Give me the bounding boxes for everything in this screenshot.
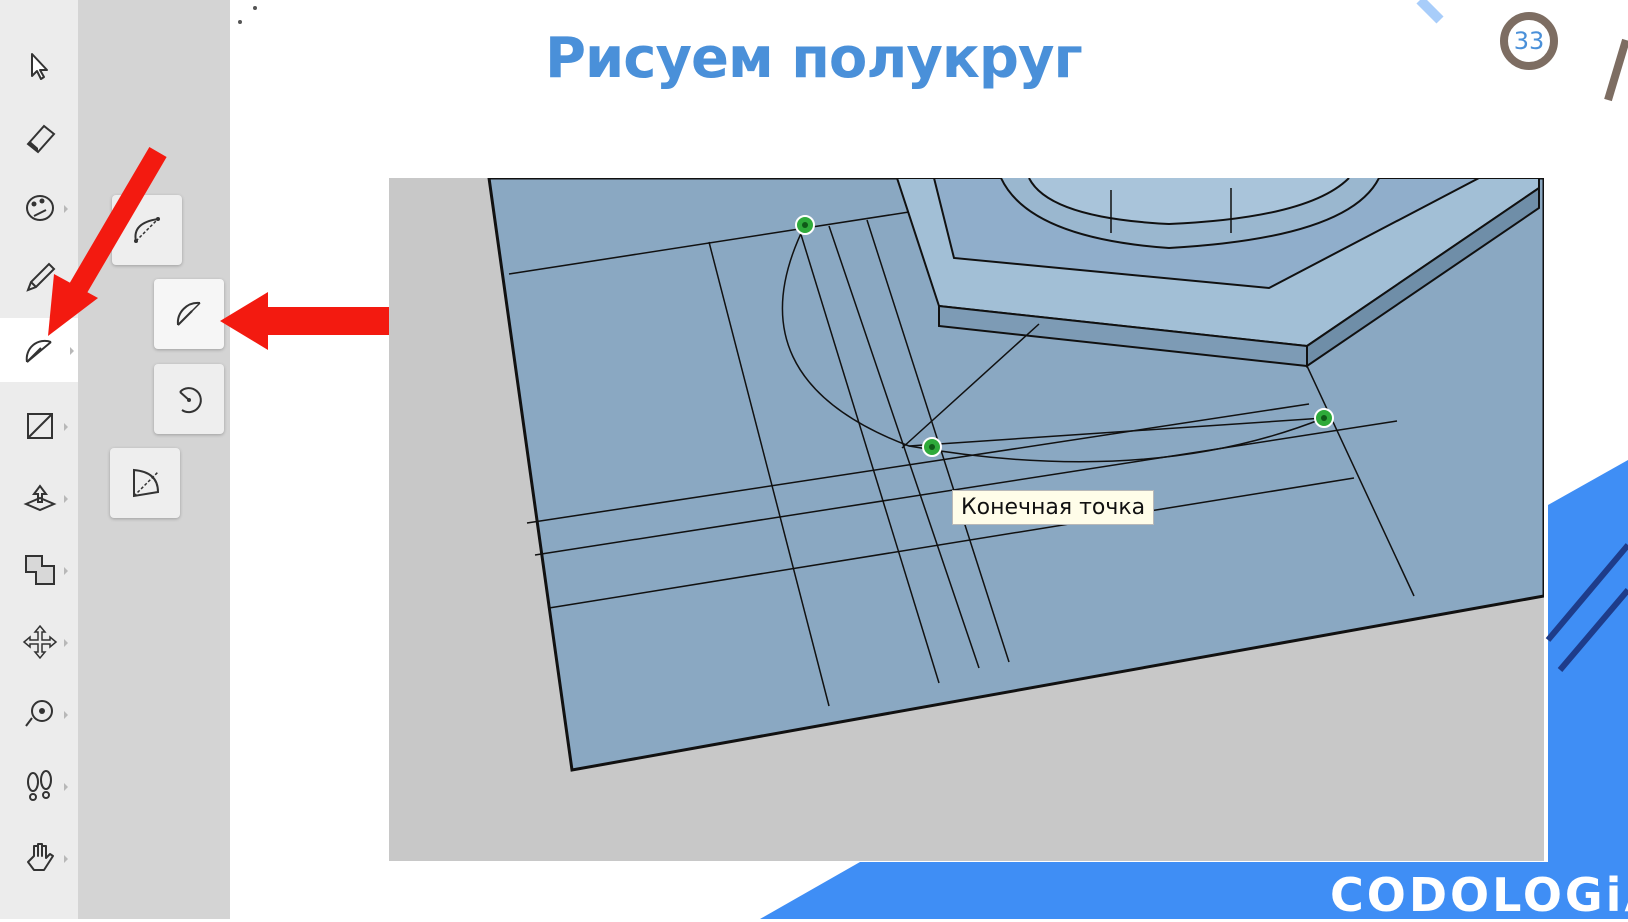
slide-title: Рисуем полукруг [545,26,1083,91]
brand-logo: CODOLOGiA [1330,868,1628,922]
page-number-badge: 33 [1500,12,1558,70]
down-left-arrow [48,146,167,336]
inference-tooltip: Конечная точка [952,490,1155,525]
